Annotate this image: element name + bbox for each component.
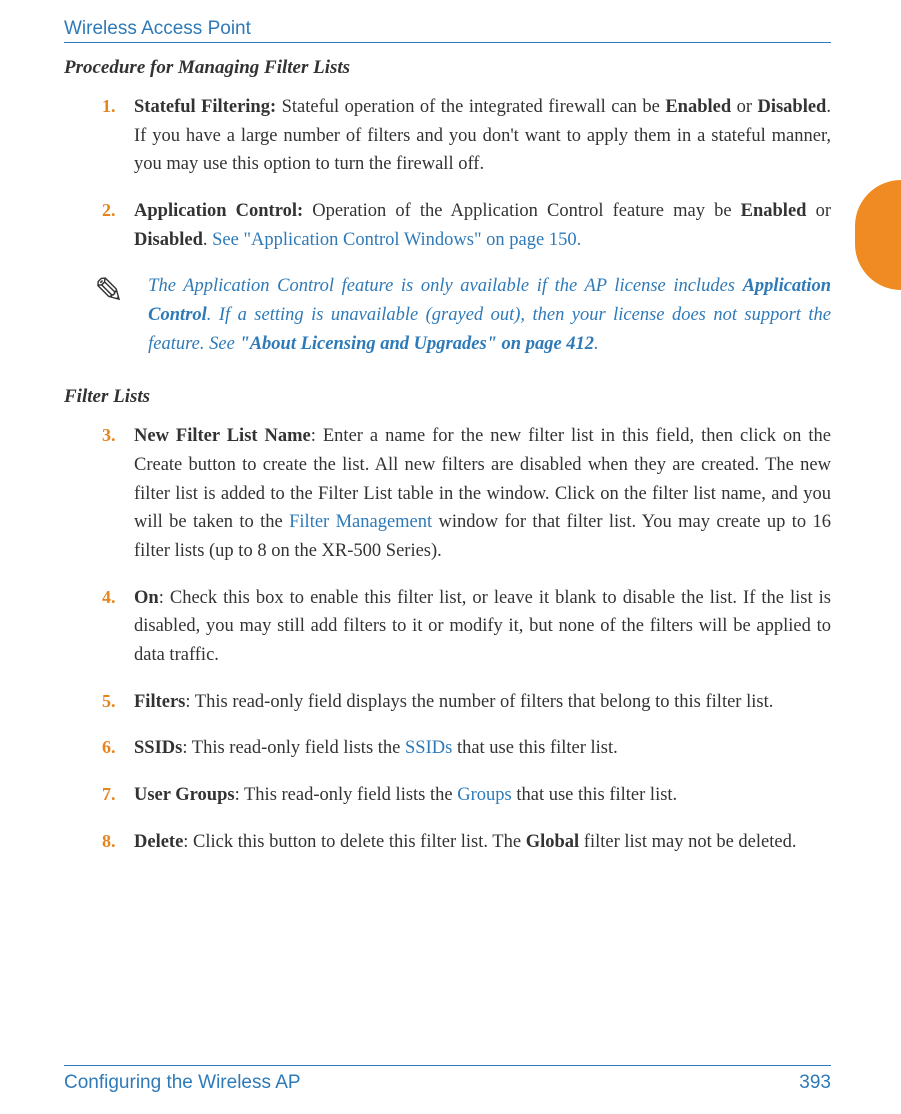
text: : Click this button to delete this filte… [183, 832, 525, 852]
item-number: 5. [102, 688, 134, 717]
text: that use this filter list. [452, 738, 617, 758]
item-number: 6. [102, 734, 134, 763]
item-body: New Filter List Name: Enter a name for t… [134, 422, 831, 565]
list-item: 6. SSIDs: This read-only field lists the… [102, 734, 831, 763]
text-bold: Enabled [741, 201, 807, 221]
item-label: Delete [134, 832, 183, 852]
list-item: 7. User Groups: This read-only field lis… [102, 781, 831, 810]
item-label: Stateful Filtering: [134, 97, 276, 117]
item-body: User Groups: This read-only field lists … [134, 781, 831, 810]
list-item: 4. On: Check this box to enable this fil… [102, 584, 831, 670]
text: Operation of the Application Control fea… [303, 201, 741, 221]
text: or [806, 201, 831, 221]
item-body: Filters: This read-only field displays t… [134, 688, 831, 717]
list-item: 5. Filters: This read-only field display… [102, 688, 831, 717]
item-body: SSIDs: This read-only field lists the SS… [134, 734, 831, 763]
text: : This read-only field lists the [182, 738, 405, 758]
item-number: 3. [102, 422, 134, 565]
item-label: SSIDs [134, 738, 182, 758]
cross-ref-link[interactable]: See "Application Control Windows" on pag… [212, 230, 581, 250]
text: The Application Control feature is only … [148, 276, 742, 296]
list-item: 2. Application Control: Operation of the… [102, 197, 831, 254]
item-label: On [134, 588, 159, 608]
page-footer: Configuring the Wireless AP 393 [64, 1065, 831, 1094]
text-bold: Enabled [665, 97, 731, 117]
cross-ref-link[interactable]: "About Licensing and Upgrades" on page 4… [239, 334, 594, 354]
page-number: 393 [799, 1072, 831, 1094]
text: that use this filter list. [512, 785, 677, 805]
item-body: Stateful Filtering: Stateful operation o… [134, 93, 831, 179]
item-number: 8. [102, 828, 134, 857]
item-number: 4. [102, 584, 134, 670]
text: : This read-only field displays the numb… [185, 692, 773, 712]
list-item: 1. Stateful Filtering: Stateful operatio… [102, 93, 831, 179]
item-number: 2. [102, 197, 134, 254]
section-heading-filter-lists: Filter Lists [64, 386, 831, 408]
cross-ref-link[interactable]: Filter Management [289, 512, 432, 532]
item-body: Delete: Click this button to delete this… [134, 828, 831, 857]
text: . [594, 334, 599, 354]
item-number: 7. [102, 781, 134, 810]
ordered-list-1: 1. Stateful Filtering: Stateful operatio… [64, 93, 831, 254]
text: filter list may not be deleted. [579, 832, 796, 852]
section-heading-procedure: Procedure for Managing Filter Lists [64, 57, 831, 79]
note-icon: ✎ [94, 270, 124, 312]
ordered-list-2: 3. New Filter List Name: Enter a name fo… [64, 422, 831, 856]
cross-ref-link[interactable]: Groups [457, 785, 511, 805]
list-item: 8. Delete: Click this button to delete t… [102, 828, 831, 857]
text: . [203, 230, 212, 250]
text: : Check this box to enable this filter l… [134, 588, 831, 665]
item-label: Filters [134, 692, 185, 712]
note-block: ✎ The Application Control feature is onl… [94, 272, 831, 358]
text: : This read-only field lists the [235, 785, 458, 805]
text: Stateful operation of the integrated fir… [276, 97, 665, 117]
item-label: User Groups [134, 785, 235, 805]
text-bold: Disabled [134, 230, 203, 250]
header-rule [64, 42, 831, 43]
text: or [731, 97, 757, 117]
text-bold: Disabled [757, 97, 826, 117]
item-body: Application Control: Operation of the Ap… [134, 197, 831, 254]
list-item: 3. New Filter List Name: Enter a name fo… [102, 422, 831, 565]
note-body: The Application Control feature is only … [148, 272, 831, 358]
item-label: Application Control: [134, 201, 303, 221]
footer-section-title: Configuring the Wireless AP [64, 1072, 301, 1094]
item-body: On: Check this box to enable this filter… [134, 584, 831, 670]
cross-ref-link[interactable]: SSIDs [405, 738, 452, 758]
running-header: Wireless Access Point [64, 18, 831, 40]
text-bold: Global [526, 832, 579, 852]
page-body: Wireless Access Point Procedure for Mana… [0, 0, 901, 1108]
item-number: 1. [102, 93, 134, 179]
item-label: New Filter List Name [134, 426, 311, 446]
